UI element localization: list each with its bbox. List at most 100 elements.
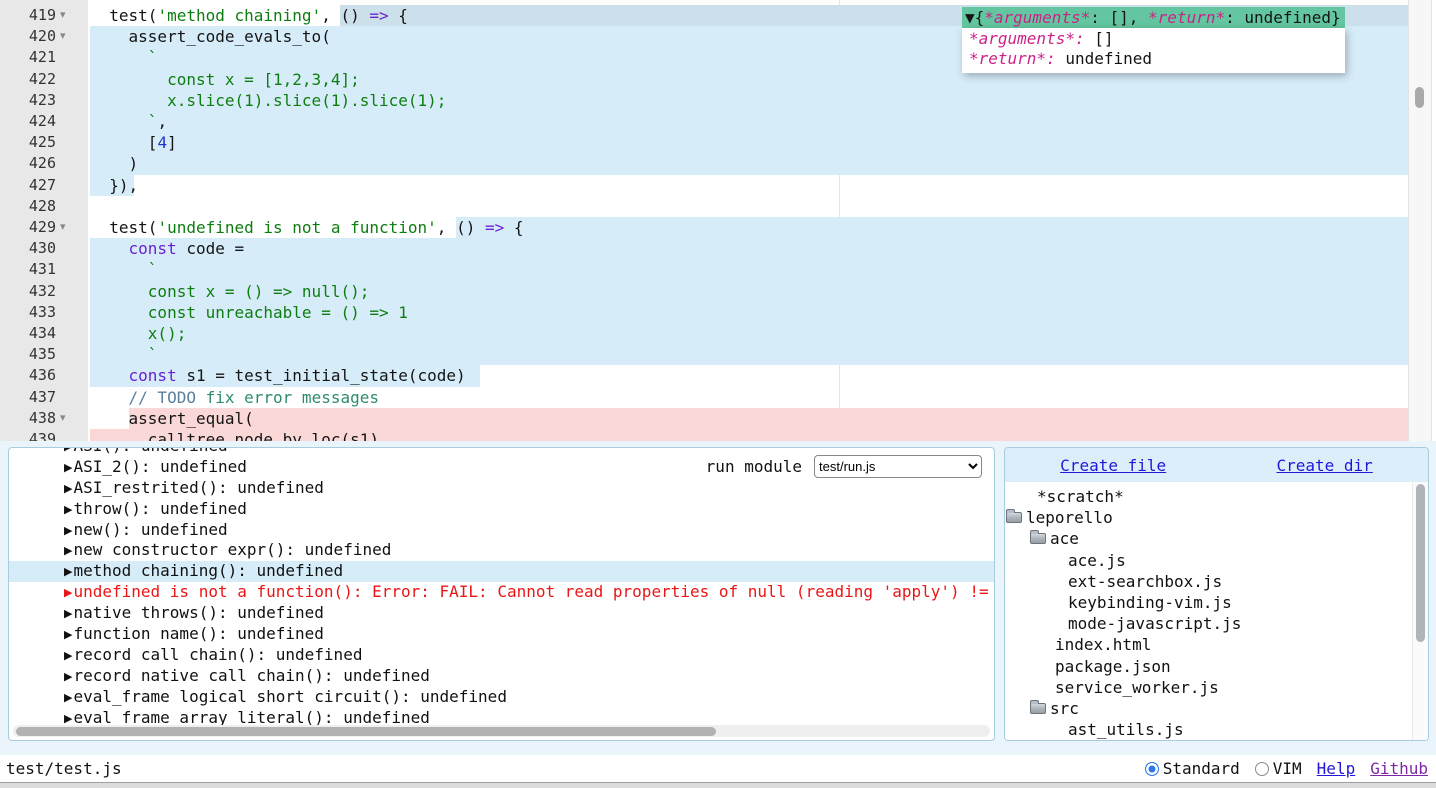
fold-widget-icon[interactable]: ▾	[60, 216, 66, 237]
tree-item-leporello[interactable]: leporello	[1006, 507, 1428, 528]
run-module-control: run module test/run.js	[706, 455, 982, 478]
code-line-426[interactable]: 426 )	[0, 153, 1408, 175]
expand-triangle-icon[interactable]: ▶	[64, 524, 72, 537]
code-text: `,	[90, 111, 167, 132]
test-result-row[interactable]: ▶ASI_restrited(): undefined	[9, 478, 994, 499]
mode-label: VIM	[1273, 759, 1302, 778]
tree-item-label: *scratch*	[1037, 486, 1124, 507]
github-link[interactable]: Github	[1370, 759, 1428, 778]
expand-triangle-icon[interactable]: ▶	[64, 565, 72, 578]
tree-item-label: index.html	[1055, 634, 1151, 655]
expand-triangle-icon[interactable]: ▶	[64, 461, 72, 474]
bottom-edge-strip	[0, 782, 1436, 788]
code-line-423[interactable]: 423 x.slice(1).slice(1).slice(1);	[0, 90, 1408, 112]
keybinding-mode-standard[interactable]: Standard	[1145, 759, 1240, 778]
tree-item-label: leporello	[1026, 507, 1113, 528]
line-number: 438	[0, 408, 56, 429]
tooltip-entry[interactable]: *return*: undefined	[969, 49, 1335, 69]
code-line-429[interactable]: 429▾ test('undefined is not a function',…	[0, 217, 1408, 239]
tree-item-index-html[interactable]: index.html	[1055, 634, 1428, 655]
radio-button-icon[interactable]	[1145, 762, 1159, 776]
fold-widget-icon[interactable]: ▾	[60, 25, 66, 46]
test-result-row[interactable]: ▶function name(): undefined	[9, 624, 994, 645]
evaluation-highlight	[456, 217, 1408, 238]
editor-scrollbar-thumb[interactable]	[1415, 87, 1424, 108]
tree-item-ast-utils-js[interactable]: ast_utils.js	[1068, 719, 1428, 740]
code-line-433[interactable]: 433 const unreachable = () => 1	[0, 302, 1408, 324]
radio-button-icon[interactable]	[1255, 762, 1269, 776]
test-result-row[interactable]: ▶record native call chain(): undefined	[9, 666, 994, 687]
tree-item-ext-searchbox-js[interactable]: ext-searchbox.js	[1068, 571, 1428, 592]
expand-triangle-icon[interactable]: ▶	[64, 712, 72, 725]
output-horizontal-scrollbar-thumb[interactable]	[16, 727, 716, 736]
editor-scrollbar-track[interactable]	[1408, 0, 1432, 441]
code-text: const s1 = test_initial_state(code)	[90, 365, 466, 386]
code-text: `	[90, 259, 157, 280]
expand-triangle-icon[interactable]: ▶	[64, 503, 72, 516]
tooltip-expander-header[interactable]: ▼{*arguments*: [], *return*: undefined}	[962, 7, 1345, 28]
tree-item-label: ace	[1050, 528, 1079, 549]
test-result-row[interactable]: ▶native throws(): undefined	[9, 603, 994, 624]
expand-triangle-icon[interactable]: ▶	[64, 607, 72, 620]
tree-item-mode-javascript-js[interactable]: mode-javascript.js	[1068, 613, 1428, 634]
test-result-row[interactable]: ▶new constructor expr(): undefined	[9, 540, 994, 561]
fold-widget-icon[interactable]: ▾	[60, 4, 66, 25]
code-editor[interactable]: 419▾ test('method chaining', () => {420▾…	[0, 0, 1436, 441]
run-module-select[interactable]: test/run.js	[814, 455, 982, 478]
code-line-436[interactable]: 436 const s1 = test_initial_state(code)	[0, 365, 1408, 387]
keybinding-mode-vim[interactable]: VIM	[1255, 759, 1302, 778]
expand-triangle-icon[interactable]: ▶	[64, 586, 72, 599]
expand-triangle-icon[interactable]: ▶	[64, 482, 72, 495]
code-line-435[interactable]: 435 `	[0, 344, 1408, 366]
code-text: const x = [1,2,3,4];	[90, 69, 360, 90]
expand-triangle-icon[interactable]: ▶	[64, 447, 72, 453]
line-number: 432	[0, 281, 56, 302]
tree-item-label: keybinding-vim.js	[1068, 592, 1232, 613]
tree-item-package-json[interactable]: package.json	[1055, 656, 1428, 677]
tree-item-ace[interactable]: ace	[1030, 528, 1428, 549]
line-number: 439	[0, 429, 56, 441]
code-line-434[interactable]: 434 x();	[0, 323, 1408, 345]
code-line-432[interactable]: 432 const x = () => null();	[0, 281, 1408, 303]
tooltip-entry[interactable]: *arguments*: []	[969, 29, 1335, 49]
tree-item-label: ext-searchbox.js	[1068, 571, 1222, 592]
tree-item-service-worker-js[interactable]: service_worker.js	[1055, 677, 1428, 698]
tree-item-keybinding-vim-js[interactable]: keybinding-vim.js	[1068, 592, 1428, 613]
create-dir-link[interactable]: Create dir	[1276, 456, 1372, 475]
test-result-row[interactable]: ▶eval_frame logical short circuit(): und…	[9, 687, 994, 708]
tree-scrollbar-thumb[interactable]	[1416, 484, 1425, 642]
expand-triangle-icon[interactable]: ▶	[64, 649, 72, 662]
code-line-431[interactable]: 431 `	[0, 259, 1408, 281]
tree-item--scratch-[interactable]: *scratch*	[1037, 486, 1428, 507]
test-result-row[interactable]: ▶undefined is not a function(): Error: F…	[9, 582, 994, 603]
line-number: 430	[0, 238, 56, 259]
test-result-row[interactable]: ▶record call chain(): undefined	[9, 645, 994, 666]
test-result-row[interactable]: ▶new(): undefined	[9, 520, 994, 541]
line-number: 431	[0, 259, 56, 280]
code-text: test('method chaining', () => {	[90, 5, 408, 26]
fold-widget-icon[interactable]: ▾	[60, 407, 66, 428]
tree-scrollbar-track[interactable]	[1412, 482, 1428, 740]
expand-triangle-icon[interactable]: ▶	[64, 670, 72, 683]
create-file-link[interactable]: Create file	[1060, 456, 1166, 475]
code-line-425[interactable]: 425 [4]	[0, 132, 1408, 154]
line-number: 423	[0, 90, 56, 111]
code-line-438[interactable]: 438▾ assert_equal(	[0, 408, 1408, 430]
code-line-439[interactable]: 439 calltree_node_by_loc(s1)	[0, 429, 1408, 441]
expand-triangle-icon[interactable]: ▶	[64, 544, 72, 557]
evaluation-highlight	[90, 323, 1408, 344]
code-line-428[interactable]: 428	[0, 196, 1408, 218]
code-line-437[interactable]: 437 // TODO fix error messages	[0, 387, 1408, 409]
test-result-row[interactable]: ▶method chaining(): undefined	[9, 561, 994, 582]
test-result-row[interactable]: ▶throw(): undefined	[9, 499, 994, 520]
code-line-427[interactable]: 427 }),	[0, 175, 1408, 197]
code-line-424[interactable]: 424 `,	[0, 111, 1408, 133]
expand-triangle-icon[interactable]: ▶	[64, 691, 72, 704]
help-link[interactable]: Help	[1317, 759, 1356, 778]
tree-item-ace-js[interactable]: ace.js	[1068, 550, 1428, 571]
tree-item-src[interactable]: src	[1030, 698, 1428, 719]
evaluation-highlight	[90, 111, 1408, 132]
code-line-430[interactable]: 430 const code =	[0, 238, 1408, 260]
expand-triangle-icon[interactable]: ▶	[64, 628, 72, 641]
output-horizontal-scrollbar-track[interactable]	[13, 725, 990, 737]
